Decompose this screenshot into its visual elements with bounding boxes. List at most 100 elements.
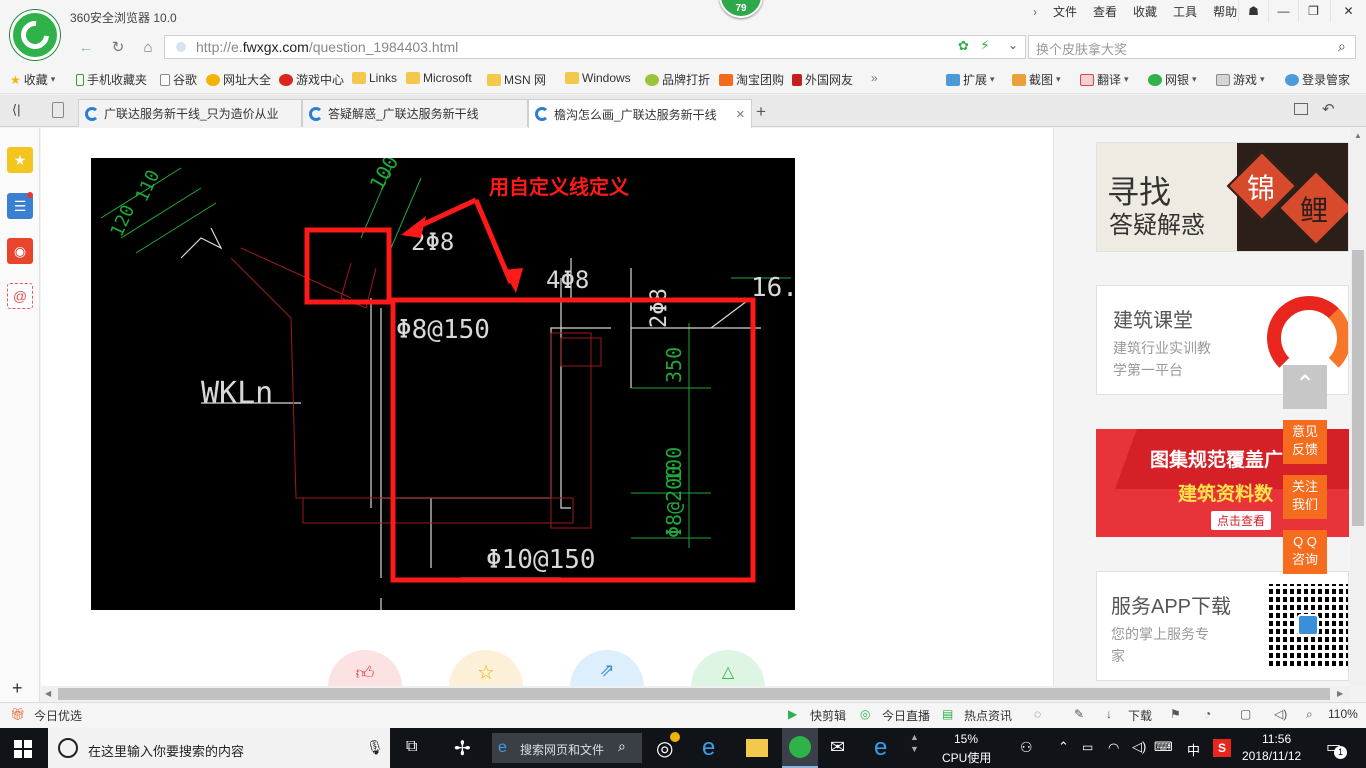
quick-clip-icon[interactable]: ▶	[788, 707, 797, 721]
live-link[interactable]: 今日直播	[882, 707, 930, 724]
site-info-icon[interactable]	[176, 42, 186, 52]
tab-2[interactable]: 答疑解惑_广联达服务新干线	[302, 99, 528, 127]
maximize-button[interactable]: ❐	[1298, 0, 1328, 22]
tab-restore-icon[interactable]	[1294, 103, 1308, 115]
qq-consult-button[interactable]: Q Q 咨询	[1283, 530, 1327, 574]
bookmark-mobile[interactable]: 手机收藏夹	[76, 71, 147, 88]
ext-bank[interactable]: 网银 ▾	[1148, 71, 1197, 88]
edge-icon[interactable]: e	[874, 734, 887, 762]
keyboard-icon[interactable]: ⌨	[1154, 739, 1173, 755]
favorites-star-icon[interactable]: ★	[7, 147, 33, 173]
clock-date[interactable]: 2018/11/12	[1242, 749, 1301, 763]
browser-mode-icon[interactable]: ◔	[1204, 707, 1211, 721]
microphone-icon[interactable]: 🎙︎	[366, 739, 384, 756]
ext-translate[interactable]: 翻译 ▾	[1080, 71, 1129, 88]
bookmark-foreign-friends[interactable]: 外国网友	[792, 71, 853, 88]
zoom-icon[interactable]: ⌕	[1306, 707, 1313, 722]
add-sidebar-icon[interactable]: +	[12, 678, 23, 699]
vertical-scroll-thumb[interactable]	[1352, 250, 1364, 526]
chevron-down-icon[interactable]: ⌄	[1008, 38, 1018, 52]
ad-jinli[interactable]: 寻找 答疑解惑 锦 鲤	[1096, 142, 1349, 252]
bookmark-google[interactable]: 谷歌	[160, 71, 197, 88]
ad-app-download[interactable]: 服务APP下载 您的掌上服务专 家	[1096, 571, 1349, 681]
security-shield-icon[interactable]: ✿	[958, 38, 969, 54]
taskbar-scroll-icon[interactable]: ▲ ▼	[910, 731, 919, 755]
tab-3-active[interactable]: 檐沟怎么画_广联达服务新干线 ✕	[528, 99, 752, 128]
sogou-ime-icon[interactable]: S	[1213, 739, 1231, 757]
sidebar-toggle-icon[interactable]: ⟨|	[12, 102, 20, 118]
flag-icon[interactable]: ⚑	[1170, 707, 1181, 721]
app-pinwheel-icon[interactable]: ✢	[454, 736, 471, 761]
daily-picks-link[interactable]: 今日优选	[34, 707, 82, 724]
show-hidden-icons[interactable]: ⌃	[1058, 739, 1069, 755]
download-icon[interactable]: ↓	[1106, 707, 1112, 721]
circle-tool-icon[interactable]: ◌	[1034, 707, 1041, 721]
home-icon[interactable]: ⌂	[136, 36, 160, 58]
bookmark-brand-discount[interactable]: 品牌打折	[645, 71, 710, 88]
clock-time[interactable]: 11:56	[1262, 732, 1291, 746]
bookmark-game-center[interactable]: 游戏中心	[279, 71, 344, 88]
horizontal-scroll-thumb[interactable]	[58, 688, 1330, 700]
url-text[interactable]: http://e.fwxgx.com/question_1984403.html	[196, 39, 458, 55]
window-icon[interactable]: ▢	[1240, 707, 1251, 721]
download-link[interactable]: 下载	[1128, 707, 1152, 724]
ext-extensions[interactable]: 扩展 ▾	[946, 71, 995, 88]
ext-games[interactable]: 游戏 ▾	[1216, 71, 1265, 88]
menu-view[interactable]: 查看	[1085, 4, 1125, 20]
bookmark-microsoft[interactable]: Microsoft	[406, 71, 472, 85]
hot-news-icon[interactable]: ▤	[942, 707, 953, 721]
follow-button[interactable]: 关注 我们	[1283, 475, 1327, 519]
weibo-icon[interactable]: ◉	[7, 238, 33, 264]
ime-indicator[interactable]: 中	[1187, 740, 1200, 759]
vertical-scrollbar[interactable]: ▲	[1350, 128, 1366, 686]
browser-logo-icon[interactable]	[10, 10, 60, 60]
bookmark-taobao[interactable]: 淘宝团购	[719, 71, 784, 88]
people-icon[interactable]: ⚇	[1020, 739, 1033, 756]
battery-icon[interactable]: ▭	[1082, 740, 1093, 754]
menu-file[interactable]: 文件	[1045, 4, 1085, 20]
feedback-button[interactable]: 意见 反馈	[1283, 420, 1327, 464]
speed-mode-icon[interactable]: ⚡	[980, 37, 990, 54]
back-icon[interactable]: ←	[74, 36, 98, 58]
menu-favorites[interactable]: 收藏	[1125, 4, 1165, 20]
ext-login-manager[interactable]: 登录管家	[1285, 71, 1350, 88]
ad-atlas-button[interactable]: 点击查看	[1211, 511, 1272, 530]
cortana-icon[interactable]	[58, 738, 78, 758]
tab-1[interactable]: 广联达服务新干线_只为造价从业	[78, 99, 302, 127]
bookmark-links[interactable]: Links	[352, 71, 397, 85]
undo-close-icon[interactable]: ↶	[1322, 100, 1335, 118]
windows-start-icon[interactable]	[14, 740, 32, 758]
zoom-level[interactable]: 110%	[1328, 707, 1358, 721]
gift-icon[interactable]: 🎁︎	[10, 707, 25, 721]
chevron-right-icon[interactable]: ›	[1033, 5, 1037, 19]
bookmark-windows[interactable]: Windows	[565, 71, 631, 85]
live-icon[interactable]: ◎	[860, 707, 870, 721]
pin-icon[interactable]: ✎	[1074, 707, 1084, 721]
task-view-icon[interactable]: ⧉	[406, 738, 417, 756]
bookmark-msn[interactable]: MSN 网	[487, 71, 546, 88]
menu-tools[interactable]: 工具	[1165, 4, 1205, 20]
minimize-button[interactable]: —	[1268, 0, 1298, 22]
refresh-icon[interactable]: ↻	[106, 36, 130, 58]
email-icon[interactable]: @	[7, 283, 33, 309]
web-search-icon[interactable]: ⌕	[618, 738, 626, 755]
file-explorer-icon[interactable]	[746, 739, 768, 757]
search-icon[interactable]: ⌕	[1338, 38, 1346, 55]
back-to-top-icon[interactable]: ⌃	[1283, 365, 1327, 409]
more-bookmarks-icon[interactable]: »	[871, 71, 878, 85]
horizontal-scrollbar[interactable]: ◀ ▶	[41, 686, 1350, 702]
wifi-icon[interactable]: ◠	[1108, 740, 1119, 756]
close-tab-icon[interactable]: ✕	[736, 108, 745, 121]
bookmark-favorites[interactable]: ★ 收藏 ▾	[10, 71, 55, 88]
hot-news-link[interactable]: 热点资讯	[964, 707, 1012, 724]
ie-taskbar-icon[interactable]: e	[702, 734, 715, 762]
speaker-icon[interactable]: ◁)	[1132, 739, 1146, 755]
ext-screenshot[interactable]: 截图 ▾	[1012, 71, 1061, 88]
new-tab-icon[interactable]: +	[756, 102, 766, 122]
mobile-view-icon[interactable]	[52, 102, 64, 118]
close-button[interactable]: ✕	[1330, 0, 1366, 22]
mail-icon[interactable]: ✉	[830, 737, 845, 758]
volume-icon[interactable]: ◁)	[1274, 707, 1287, 721]
quick-clip-link[interactable]: 快剪辑	[810, 707, 846, 724]
bookmark-site-nav[interactable]: 网址大全	[206, 71, 271, 88]
